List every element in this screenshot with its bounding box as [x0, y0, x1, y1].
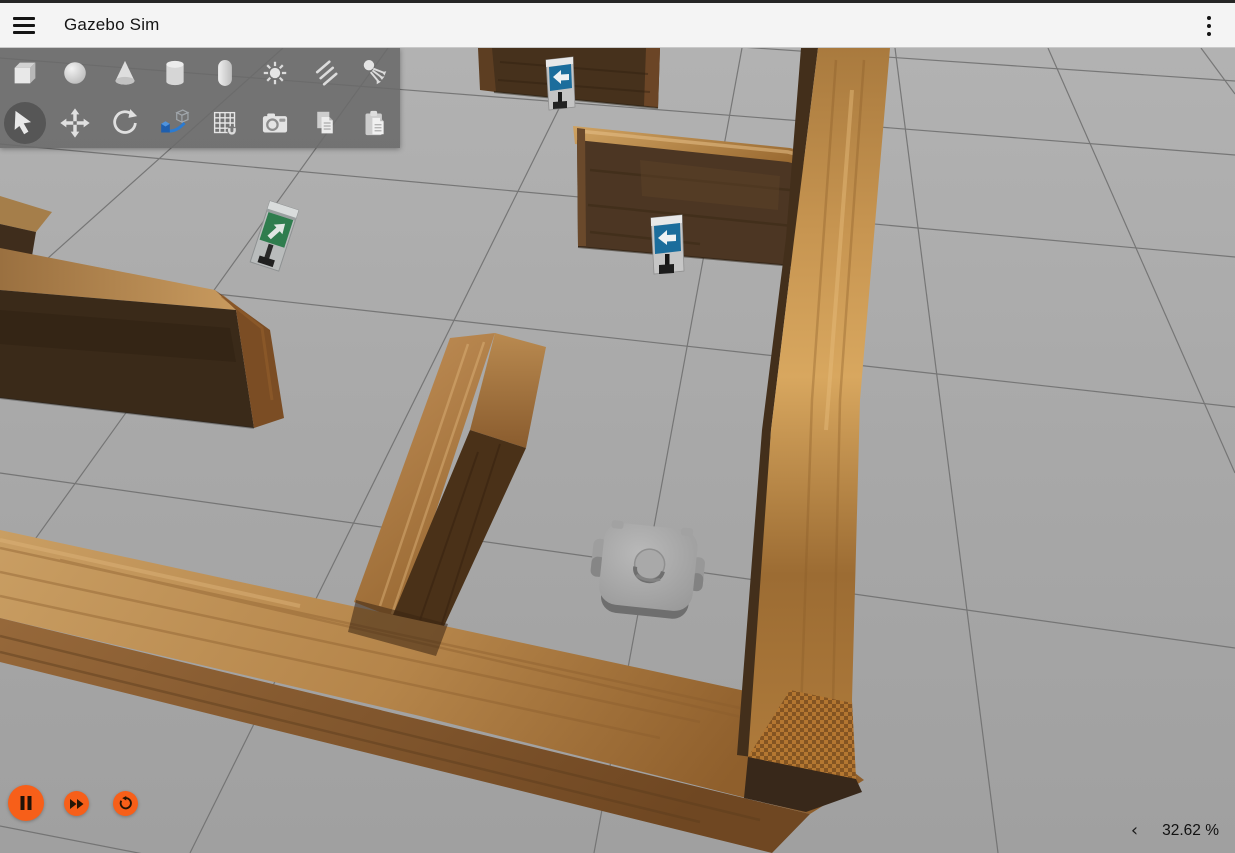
spot-light-icon — [356, 54, 394, 92]
cylinder-icon — [156, 54, 194, 92]
cylinder-tool-button[interactable] — [150, 48, 200, 98]
snap-grid-tool-button[interactable] — [200, 98, 250, 148]
gazebo-sim-window: Gazebo Sim — [0, 0, 1235, 853]
fast-forward-icon — [70, 798, 84, 810]
collapse-chevron-icon[interactable]: ‹ — [1129, 822, 1140, 840]
paste-tool-button[interactable] — [350, 98, 400, 148]
directional-light-icon — [306, 54, 344, 92]
screenshot-tool-button[interactable] — [250, 98, 300, 148]
rotate-icon — [106, 104, 144, 142]
hamburger-icon — [13, 13, 35, 38]
kebab-icon — [1207, 16, 1211, 20]
app-title: Gazebo Sim — [64, 15, 160, 35]
cone-icon — [106, 54, 144, 92]
sphere-icon — [56, 54, 94, 92]
point-light-icon — [256, 54, 294, 92]
cone-tool-button[interactable] — [100, 48, 150, 98]
viewport-3d[interactable] — [0, 48, 1235, 853]
point-light-tool-button[interactable] — [250, 48, 300, 98]
hamburger-menu-button[interactable] — [0, 3, 48, 48]
shapes-and-tools-toolbar — [0, 48, 400, 148]
rtf-value: 32.62 % — [1162, 822, 1219, 840]
copy-icon — [306, 104, 344, 142]
copy-tool-button[interactable] — [300, 98, 350, 148]
capsule-icon — [206, 54, 244, 92]
select-cursor-icon — [6, 104, 44, 142]
reset-rotate-icon — [118, 796, 133, 811]
pause-button[interactable] — [8, 785, 44, 821]
spot-light-tool-button[interactable] — [350, 48, 400, 98]
real-time-factor-panel: ‹ 32.62 % — [1129, 822, 1219, 840]
snap-grid-icon — [206, 104, 244, 142]
scene-canvas[interactable] — [0, 48, 1235, 853]
select-tool-button[interactable] — [0, 98, 50, 148]
translate-tool-button[interactable] — [50, 98, 100, 148]
translate-icon — [56, 104, 94, 142]
sphere-tool-button[interactable] — [50, 48, 100, 98]
capsule-tool-button[interactable] — [200, 48, 250, 98]
box-tool-button[interactable] — [0, 48, 50, 98]
screenshot-camera-icon — [256, 104, 294, 142]
rotate-tool-button[interactable] — [100, 98, 150, 148]
pause-icon — [18, 795, 34, 811]
directional-light-tool-button[interactable] — [300, 48, 350, 98]
step-button[interactable] — [64, 791, 89, 816]
top-app-bar: Gazebo Sim — [0, 0, 1235, 48]
playback-controls — [8, 785, 158, 825]
view-angle-tool-button[interactable] — [150, 98, 200, 148]
overflow-menu-button[interactable] — [1191, 3, 1227, 48]
paste-icon — [356, 104, 394, 142]
box-icon — [6, 54, 44, 92]
sign-blue-left-arrow-top[interactable] — [546, 57, 575, 110]
sign-blue-left-arrow-middle[interactable] — [651, 215, 684, 274]
view-angle-icon — [156, 104, 194, 142]
reset-button[interactable] — [113, 791, 138, 816]
